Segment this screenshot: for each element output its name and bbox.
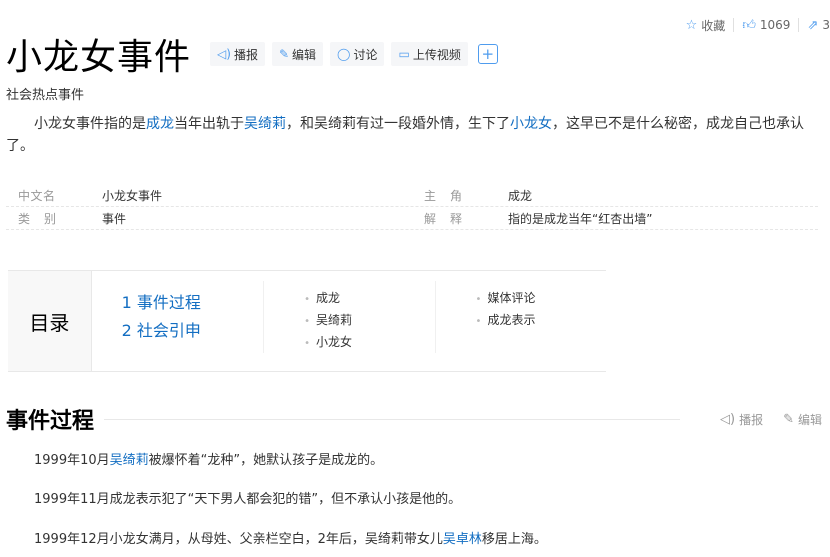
catalog-level1: 1 事件过程 2 社会引申: [92, 271, 263, 371]
info-value: 指的是成龙当年“红杏出墙”: [508, 211, 653, 226]
chat-bubble-icon: ◯: [337, 47, 351, 61]
summary-text: 小龙女事件指的是: [34, 116, 146, 132]
info-key: 解释: [424, 211, 477, 226]
info-value: 成龙: [508, 188, 533, 203]
para-text: 1999年12月小龙女满月，从母姓、父亲栏空白，2年后，吴绮莉带女儿: [34, 532, 443, 547]
catalog: 目录 1 事件过程 2 社会引申 成龙 吴绮莉 小龙女 媒体评论 成龙表示: [8, 270, 606, 372]
section-divider: [104, 418, 680, 420]
summary-text: 当年出轨于: [174, 116, 244, 132]
catalog-subcolumn-1: 成龙 吴绮莉 小龙女: [263, 281, 434, 353]
discuss-button[interactable]: ◯ 讨论: [330, 42, 385, 66]
upload-video-button[interactable]: ▭ 上传视频: [391, 42, 468, 66]
info-value: 事件: [102, 211, 127, 226]
link-chenglong[interactable]: 成龙: [146, 116, 174, 132]
info-key: 中文名: [18, 188, 56, 203]
event-paragraph: 1999年11月成龙表示犯了“天下男人都会犯的错”，但不承认小孩是他的。: [34, 492, 462, 507]
section-edit-label: 编辑: [797, 412, 822, 427]
speaker-icon: ◁): [217, 47, 231, 61]
para-text: 1999年10月: [34, 453, 110, 468]
thumbs-up-icon: 👍︎: [742, 17, 756, 33]
broadcast-label: 播报: [233, 47, 258, 62]
para-text: 被爆怀着“龙种”，她默认孩子是成龙的。: [148, 453, 384, 468]
link-xiaolongnv[interactable]: 小龙女: [510, 116, 552, 132]
share-icon: ⇗: [807, 17, 819, 33]
title-row: 小龙女事件 ◁) 播报 ✎ 编辑 ◯ 讨论 ▭ 上传视频 +: [6, 32, 498, 78]
catalog-subitem[interactable]: 成龙表示: [476, 310, 606, 332]
divider: [798, 18, 800, 32]
video-icon: ▭: [398, 47, 410, 61]
share-count: 3: [822, 18, 830, 32]
star-icon: ☆: [685, 17, 698, 33]
discuss-label: 讨论: [353, 47, 378, 62]
link-wuqili[interactable]: 吴绮莉: [110, 453, 149, 468]
collect-button[interactable]: ☆ 收藏: [686, 17, 726, 34]
top-actions-bar: ☆ 收藏 👍︎ 1069 ⇗ 3: [686, 16, 830, 34]
catalog-subcolumn-2: 媒体评论 成龙表示: [434, 281, 606, 353]
catalog-subitem[interactable]: 吴绮莉: [304, 310, 434, 332]
divider: [733, 18, 735, 32]
link-wuqili[interactable]: 吴绮莉: [244, 116, 286, 132]
info-row: 中文名 小龙女事件 主角 成龙: [6, 184, 818, 207]
share-button[interactable]: ⇗ 3: [807, 18, 830, 32]
event-paragraph: 1999年10月吴绮莉被爆怀着“龙种”，她默认孩子是成龙的。: [34, 451, 383, 471]
event-paragraph: 1999年12月小龙女满月，从母姓、父亲栏空白，2年后，吴绮莉带女儿吴卓林移居上…: [34, 530, 547, 550]
edit-label: 编辑: [292, 47, 317, 62]
summary-paragraph: 小龙女事件指的是成龙当年出轨于吴绮莉，和吴绮莉有过一段婚外情，生下了小龙女，这早…: [6, 113, 822, 157]
like-count: 1069: [759, 18, 791, 32]
para-text: 移居上海。: [481, 532, 547, 547]
catalog-subitem[interactable]: 小龙女: [304, 332, 434, 354]
catalog-subitem[interactable]: 媒体评论: [476, 288, 606, 310]
like-button[interactable]: 👍︎ 1069: [742, 18, 790, 32]
section-edit-button[interactable]: ✎ 编辑: [783, 411, 822, 428]
info-key: 主角: [424, 188, 477, 203]
edit-button[interactable]: ✎ 编辑: [271, 42, 324, 66]
catalog-heading: 目录: [8, 271, 92, 371]
subtitle: 社会热点事件: [6, 88, 85, 103]
section-broadcast-button[interactable]: ◁) 播报: [720, 411, 763, 428]
basic-info-table: 中文名 小龙女事件 主角 成龙 类别 事件 解释 指的是成龙当年“红杏出墙”: [6, 184, 818, 230]
section-header: 事件过程 ◁) 播报 ✎ 编辑: [6, 405, 822, 434]
info-value: 小龙女事件: [102, 188, 163, 203]
catalog-item-event-process[interactable]: 1 事件过程: [122, 289, 263, 317]
pencil-icon: ✎: [278, 47, 290, 61]
broadcast-button[interactable]: ◁) 播报: [210, 42, 265, 66]
plus-icon: +: [481, 45, 495, 63]
collect-label: 收藏: [701, 18, 726, 33]
plus-button[interactable]: +: [477, 44, 498, 64]
pencil-icon: ✎: [783, 411, 794, 427]
section-title: 事件过程: [6, 409, 95, 434]
speaker-icon: ◁): [719, 411, 736, 427]
catalog-item-social-extension[interactable]: 2 社会引申: [122, 317, 263, 345]
section-broadcast-label: 播报: [739, 412, 764, 427]
summary-text: ，和吴绮莉有过一段婚外情，生下了: [286, 116, 510, 132]
info-key: 类别: [18, 211, 71, 226]
info-row: 类别 事件 解释 指的是成龙当年“红杏出墙”: [6, 207, 818, 230]
link-wuzhuolin[interactable]: 吴卓林: [443, 532, 482, 547]
page-title: 小龙女事件: [6, 37, 192, 78]
upload-video-label: 上传视频: [412, 47, 461, 62]
catalog-subitem[interactable]: 成龙: [304, 288, 434, 310]
